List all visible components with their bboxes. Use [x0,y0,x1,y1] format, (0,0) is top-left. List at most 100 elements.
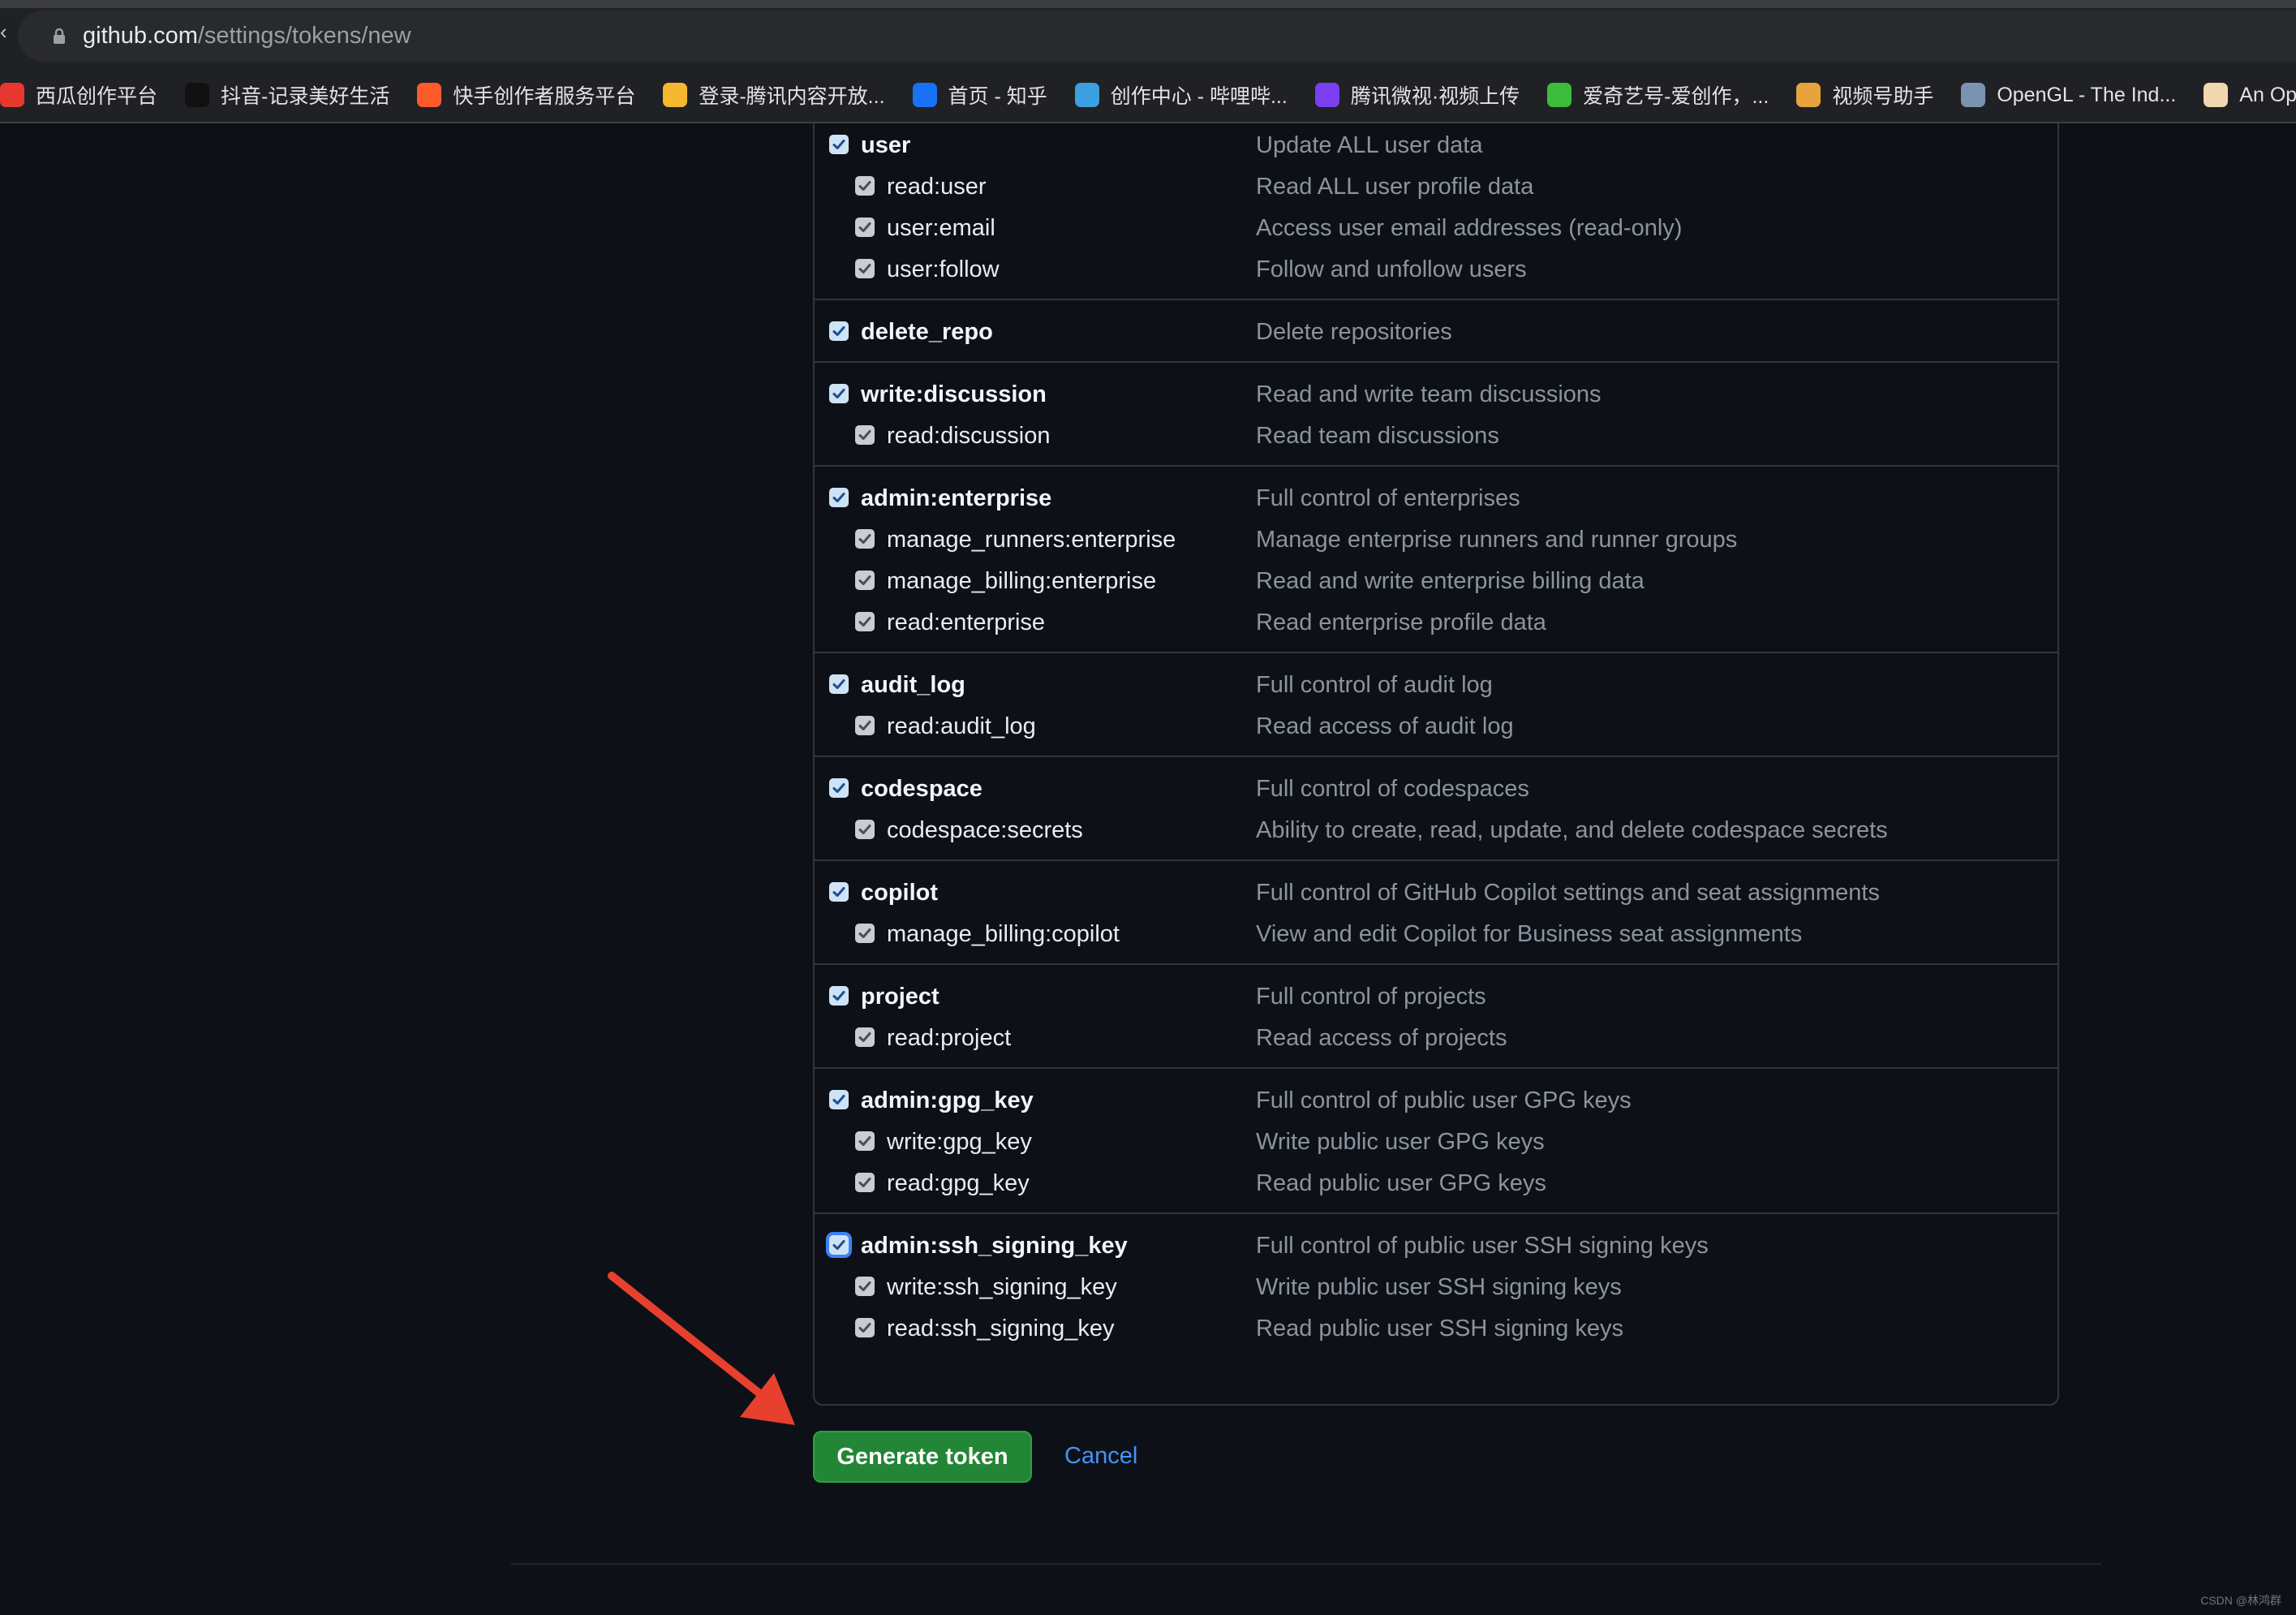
sub-scope-checkbox-read-enterprise[interactable] [855,612,875,631]
sub-scope-checkbox-read-user[interactable] [855,176,875,196]
scope-description: Update ALL user data [1256,132,1483,158]
scope-description: Full control of public user SSH signing … [1256,1233,1709,1259]
sub-scope-checkbox-user-follow[interactable] [855,259,875,278]
scope-checkbox-project[interactable] [829,986,849,1006]
url-text[interactable]: github.com/settings/tokens/new [83,21,411,50]
bookmark-item[interactable]: 创作中心 - 哔哩哔... [1074,80,1288,110]
scope-checkbox-copilot[interactable] [829,882,849,902]
scope-checkbox-codespace[interactable] [829,778,849,798]
scope-name: project [861,984,939,1010]
scope-group-audit-log: audit_log Full control of audit log read:a… [815,652,2057,756]
checkmark-icon [832,1240,845,1250]
scope-description: Full control of public user GPG keys [1256,1087,1632,1113]
bookmark-item[interactable]: An Oper [2204,83,2296,107]
bookmark-item[interactable]: 腾讯微视·视频上传 [1314,80,1520,110]
sub-scope-name: manage_runners:enterprise [887,527,1176,553]
checkmark-icon [858,1136,871,1146]
scope-group-admin-enterprise: admin:enterprise Full control of enterpri… [815,465,2057,652]
sub-scope-checkbox-read-gpg-key[interactable] [855,1173,875,1192]
sub-scope-description: Read team discussions [1256,423,1499,449]
scope-description: Full control of audit log [1256,672,1493,698]
weishi-icon [1314,83,1339,107]
address-bar[interactable]: github.com/settings/tokens/new [18,10,2296,62]
bookmarks-bar: 西瓜创作平台 抖音-记录美好生活 快手创作者服务平台 登录-腾讯内容开放... 首页 -… [0,71,2296,118]
sub-scope-row: read:enterprise Read enterprise profile d… [815,601,2057,642]
sub-scope-checkbox-manage-runners-enterprise[interactable] [855,529,875,549]
bookmark-item[interactable]: 爱奇艺号-爱创作，... [1547,80,1769,110]
scope-checkbox-write-discussion[interactable] [829,384,849,403]
sub-scope-description: Read ALL user profile data [1256,174,1534,200]
sub-scope-row: write:gpg_key Write public user GPG keys [815,1120,2057,1161]
scope-group-admin-gpg-key: admin:gpg_key Full control of public user… [815,1067,2057,1212]
bookmark-item[interactable]: 抖音-记录美好生活 [185,80,389,110]
scope-name: codespace [861,776,982,802]
scope-name: audit_log [861,672,965,698]
scope-description: Full control of codespaces [1256,776,1529,802]
sub-scope-checkbox-read-ssh-signing-key[interactable] [855,1318,875,1337]
checkmark-icon [832,991,845,1001]
checkmark-icon [832,140,845,149]
bilibili-icon [1074,83,1099,107]
sub-scope-checkbox-manage-billing-copilot[interactable] [855,924,875,943]
checkmark-icon [832,389,845,398]
sub-scope-description: Write public user SSH signing keys [1256,1274,1622,1300]
sub-scope-name: user:follow [887,256,1000,282]
generate-token-button[interactable]: Generate token [813,1431,1032,1483]
checkmark-icon [858,222,871,232]
lock-icon[interactable] [49,26,70,47]
sub-scope-row: manage_runners:enterprise Manage enterpri… [815,518,2057,559]
bell-icon [663,83,688,107]
annotation-arrow-icon [608,1272,795,1425]
sub-scope-checkbox-read-audit-log[interactable] [855,716,875,735]
scope-row: write:discussion Read and write team disc… [815,373,2057,414]
back-arrow-icon[interactable]: ‹ [0,21,7,42]
sub-scope-row: read:gpg_key Read public user GPG keys [815,1161,2057,1203]
scope-checkbox-delete-repo[interactable] [829,321,849,341]
scope-row: copilot Full control of GitHub Copilot se… [815,871,2057,912]
scope-checkbox-admin-enterprise[interactable] [829,488,849,507]
scope-group-admin-ssh-signing-key: admin:ssh_signing_key Full control of pub… [815,1212,2057,1358]
sub-scope-row: read:project Read access of projects [815,1016,2057,1057]
bookmark-item[interactable]: 西瓜创作平台 [0,80,157,110]
scope-row: admin:ssh_signing_key Full control of pub… [815,1224,2057,1265]
scope-row: audit_log Full control of audit log [815,663,2057,704]
scope-checkbox-user[interactable] [829,135,849,154]
bookmark-item[interactable]: 登录-腾讯内容开放... [663,80,885,110]
sub-scope-checkbox-user-email[interactable] [855,217,875,237]
scope-name: delete_repo [861,319,993,345]
scope-group-copilot: copilot Full control of GitHub Copilot se… [815,859,2057,963]
scope-checkbox-audit-log[interactable] [829,674,849,694]
scope-row: admin:enterprise Full control of enterpri… [815,476,2057,518]
checkmark-icon [832,493,845,502]
sub-scope-checkbox-manage-billing-enterprise[interactable] [855,571,875,590]
bookmark-item[interactable]: 首页 - 知乎 [912,80,1047,110]
sub-scope-checkbox-read-discussion[interactable] [855,425,875,445]
sub-scope-checkbox-write-ssh-signing-key[interactable] [855,1277,875,1296]
bookmark-label: 视频号助手 [1832,85,1934,108]
checkmark-icon [858,1281,871,1291]
sub-scope-checkbox-codespace-secrets[interactable] [855,820,875,839]
browser-chrome: ‹ github.com/settings/tokens/new 西瓜创作平台 抖… [0,0,2296,123]
kuaishou-icon [417,83,442,107]
sub-scope-row: user:follow Follow and unfollow users [815,248,2057,289]
scope-name: admin:enterprise [861,485,1052,511]
scope-checkbox-admin-ssh-signing-key[interactable] [829,1235,849,1255]
token-scopes-panel: user Update ALL user data read:user Read AL… [813,123,2059,1406]
sub-scope-checkbox-read-project[interactable] [855,1027,875,1047]
scope-checkbox-admin-gpg-key[interactable] [829,1090,849,1109]
cancel-link[interactable]: Cancel [1064,1441,1137,1471]
douyin-icon [185,83,210,107]
checkmark-icon [858,575,871,585]
sub-scope-row: user:email Access user email addresses (r… [815,206,2057,248]
bookmark-item[interactable]: 视频号助手 [1796,80,1933,110]
bookmark-label: 快手创作者服务平台 [453,85,636,108]
scope-name: user [861,132,911,158]
bookmark-item[interactable]: 快手创作者服务平台 [417,80,635,110]
sub-scope-description: Read public user GPG keys [1256,1170,1546,1196]
sub-scope-checkbox-write-gpg-key[interactable] [855,1131,875,1151]
scope-name: copilot [861,880,939,906]
sub-scope-row: manage_billing:enterprise Read and write … [815,559,2057,601]
bookmark-item[interactable]: OpenGL - The Ind... [1961,83,2176,107]
iqiyi-icon [1547,83,1572,107]
sub-scope-row: read:user Read ALL user profile data [815,165,2057,206]
